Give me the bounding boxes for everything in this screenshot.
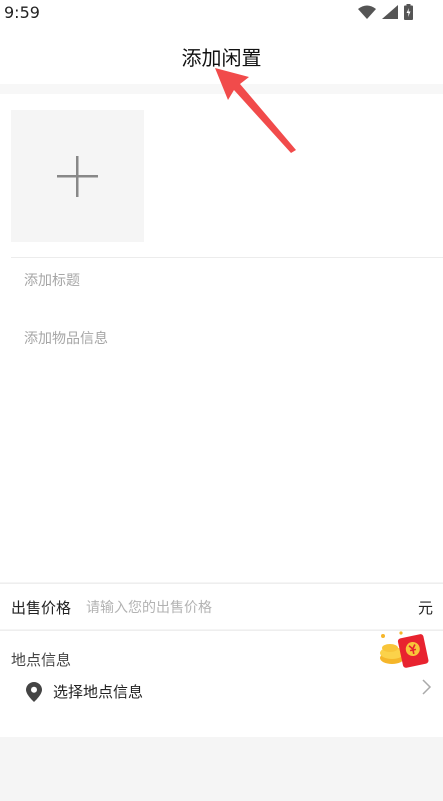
- select-location-label: 选择地点信息: [53, 683, 144, 701]
- location-section-title: 地点信息: [11, 651, 72, 669]
- red-packet-icon[interactable]: [375, 630, 433, 672]
- description-input[interactable]: 添加物品信息: [24, 328, 108, 348]
- status-bar: 9:59: [0, 0, 443, 26]
- item-form: 添加标题 添加物品信息: [0, 94, 443, 582]
- chevron-right-icon[interactable]: [422, 679, 432, 695]
- wifi-icon: [358, 5, 376, 19]
- status-time: 9:59: [4, 3, 40, 22]
- divider: [11, 257, 443, 258]
- price-row[interactable]: 出售价格 请输入您的出售价格 元: [0, 583, 443, 629]
- location-pin-icon: [26, 681, 42, 702]
- status-icons: [358, 4, 413, 20]
- add-photo-button[interactable]: [11, 110, 144, 242]
- select-location-button[interactable]: 选择地点信息: [26, 681, 143, 702]
- cell-signal-icon: [382, 5, 398, 19]
- title-input[interactable]: 添加标题: [24, 270, 80, 290]
- price-unit: 元: [417, 599, 433, 617]
- annotation-arrow: [215, 68, 296, 153]
- price-input[interactable]: 请输入您的出售价格: [86, 597, 212, 617]
- plus-icon: [57, 156, 98, 197]
- price-label: 出售价格: [11, 599, 72, 617]
- battery-icon: [404, 4, 413, 20]
